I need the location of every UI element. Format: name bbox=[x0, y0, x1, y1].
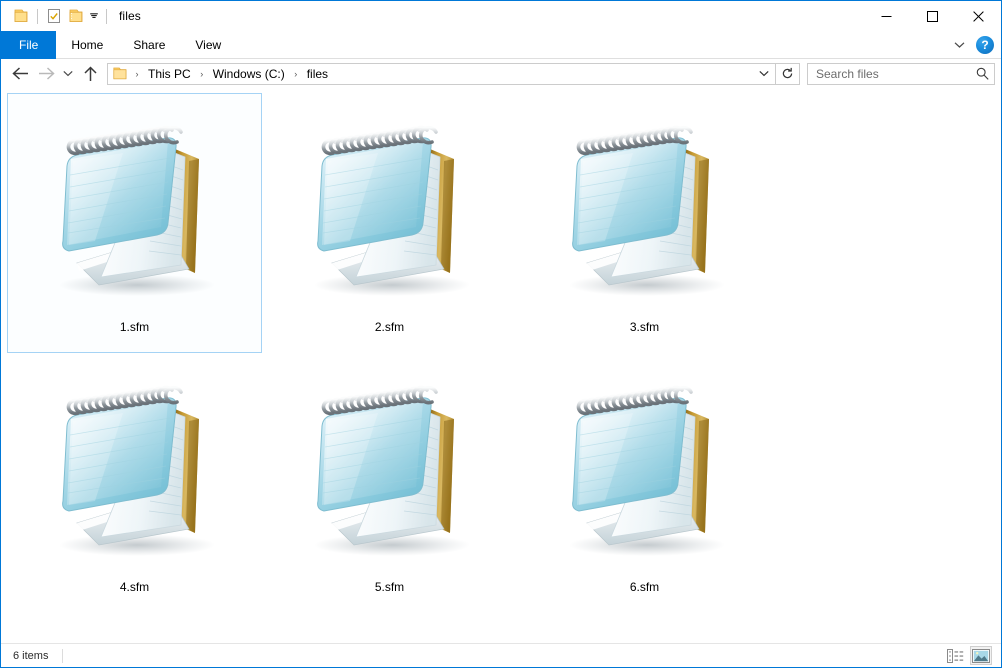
tab-share[interactable]: Share bbox=[118, 31, 180, 59]
window-controls bbox=[863, 1, 1001, 31]
recent-locations-chevron-down-icon[interactable] bbox=[59, 61, 77, 87]
tab-home[interactable]: Home bbox=[56, 31, 118, 59]
details-view-icon[interactable] bbox=[944, 646, 966, 665]
file-item-3[interactable]: 3.sfm bbox=[517, 93, 772, 353]
file-grid: 1.sfm 2.sfm 3.sfm 4.sfm 5.sfm 6.sfm bbox=[7, 93, 1001, 613]
breadcrumb-separator: › bbox=[200, 68, 204, 79]
breadcrumb-files[interactable]: files bbox=[303, 64, 332, 84]
item-count-label: 6 items bbox=[13, 649, 49, 662]
file-explorer-window: files File Home Share View ? › This PC ›… bbox=[0, 0, 1002, 668]
close-button[interactable] bbox=[955, 1, 1001, 31]
file-item-2[interactable]: 2.sfm bbox=[262, 93, 517, 353]
ribbon-tab-bar: File Home Share View ? bbox=[1, 31, 1001, 59]
file-item-6[interactable]: 6.sfm bbox=[517, 353, 772, 613]
search-input[interactable] bbox=[816, 66, 976, 81]
help-icon[interactable]: ? bbox=[976, 36, 994, 54]
large-icons-view-icon[interactable] bbox=[970, 646, 992, 665]
notepad-file-icon bbox=[30, 368, 240, 578]
file-name-label: 1.sfm bbox=[119, 320, 150, 334]
file-item-5[interactable]: 5.sfm bbox=[262, 353, 517, 613]
notepad-file-icon bbox=[540, 368, 750, 578]
forward-button[interactable] bbox=[33, 61, 59, 87]
breadcrumb-separator: › bbox=[294, 68, 298, 79]
status-bar: 6 items bbox=[1, 643, 1001, 667]
status-separator bbox=[62, 648, 64, 663]
expand-ribbon-chevron-down-icon[interactable] bbox=[948, 34, 970, 56]
up-button[interactable] bbox=[77, 61, 103, 87]
toolbar-separator-2 bbox=[106, 8, 107, 24]
refresh-icon[interactable] bbox=[776, 62, 800, 85]
quick-access-toolbar: files bbox=[1, 1, 141, 31]
search-icon bbox=[976, 67, 989, 80]
tab-view[interactable]: View bbox=[180, 31, 236, 59]
tab-file[interactable]: File bbox=[1, 31, 57, 59]
address-bar[interactable]: › This PC › Windows (C:) › files bbox=[107, 62, 776, 85]
quick-access-chevron-down-icon[interactable] bbox=[87, 5, 101, 27]
notepad-file-icon bbox=[30, 108, 240, 318]
minimize-button[interactable] bbox=[863, 1, 909, 31]
notepad-file-icon bbox=[285, 368, 495, 578]
file-item-1[interactable]: 1.sfm bbox=[7, 93, 262, 353]
folder-icon[interactable] bbox=[10, 5, 32, 27]
file-name-label: 3.sfm bbox=[629, 320, 660, 334]
file-name-label: 2.sfm bbox=[374, 320, 405, 334]
search-box[interactable] bbox=[807, 62, 995, 85]
file-name-label: 6.sfm bbox=[629, 580, 660, 594]
address-folder-icon bbox=[112, 66, 128, 82]
maximize-button[interactable] bbox=[909, 1, 955, 31]
back-button[interactable] bbox=[7, 61, 33, 87]
file-list-view[interactable]: 1.sfm 2.sfm 3.sfm 4.sfm 5.sfm 6.sfm bbox=[1, 89, 1001, 643]
notepad-file-icon bbox=[285, 108, 495, 318]
breadcrumb-this-pc[interactable]: This PC bbox=[144, 64, 195, 84]
breadcrumb-separator: › bbox=[135, 68, 139, 79]
window-title: files bbox=[119, 9, 141, 23]
file-item-4[interactable]: 4.sfm bbox=[7, 353, 262, 613]
title-bar: files bbox=[1, 1, 1001, 31]
breadcrumb-windows-c[interactable]: Windows (C:) bbox=[209, 64, 289, 84]
file-name-label: 5.sfm bbox=[374, 580, 405, 594]
properties-icon[interactable] bbox=[43, 5, 65, 27]
new-folder-icon[interactable] bbox=[65, 5, 87, 27]
file-name-label: 4.sfm bbox=[119, 580, 150, 594]
ribbon-right-controls: ? bbox=[948, 31, 997, 59]
view-mode-buttons bbox=[944, 646, 997, 665]
address-chevron-down-icon[interactable] bbox=[753, 64, 775, 84]
navigation-bar: › This PC › Windows (C:) › files bbox=[1, 59, 1001, 89]
toolbar-separator-1 bbox=[37, 8, 38, 24]
notepad-file-icon bbox=[540, 108, 750, 318]
